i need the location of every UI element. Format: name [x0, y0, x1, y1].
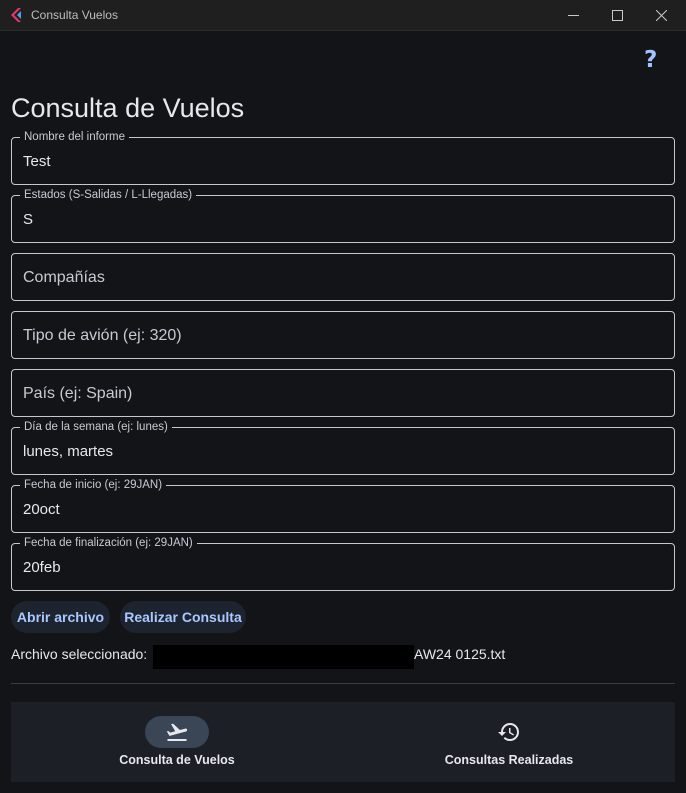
companies-field[interactable]: Compañías [11, 253, 675, 301]
nav-item-consulta-vuelos[interactable]: Consulta de Vuelos [11, 702, 343, 782]
page-title: Consulta de Vuelos [11, 93, 245, 123]
app-logo-icon [11, 8, 21, 22]
nav-label-consultas-realizadas: Consultas Realizadas [444, 753, 574, 767]
states-field[interactable]: Estados (S-Salidas / L-Llegadas) S [11, 188, 675, 243]
states-value: S [23, 211, 34, 228]
maximize-icon [611, 10, 623, 21]
minimize-icon [567, 15, 579, 16]
window-title: Consulta Vuelos [31, 8, 118, 22]
selected-file-label: Archivo seleccionado: [11, 646, 148, 662]
end-date-label: Fecha de finalización (ej: 29JAN) [20, 536, 197, 550]
selected-file-name: AW24 0125.txt [414, 646, 506, 662]
nav-icon-wrapper [493, 716, 525, 748]
weekday-label: Día de la semana (ej: lunes) [20, 420, 172, 434]
end-date-field[interactable]: Fecha de finalización (ej: 29JAN) 20feb [11, 536, 675, 591]
weekday-field[interactable]: Día de la semana (ej: lunes) lunes, mart… [11, 420, 675, 475]
aircraft-type-field[interactable]: Tipo de avión (ej: 320) [11, 311, 675, 359]
start-date-label: Fecha de inicio (ej: 29JAN) [20, 478, 167, 492]
minimize-button[interactable] [550, 0, 596, 31]
start-date-field[interactable]: Fecha de inicio (ej: 29JAN) 20oct [11, 478, 675, 533]
maximize-button[interactable] [594, 0, 640, 31]
report-name-field[interactable]: Nombre del informe Test [11, 130, 675, 185]
report-name-value: Test [23, 153, 51, 170]
divider [11, 683, 675, 684]
main-content: ? Consulta de Vuelos Nombre del informe … [0, 31, 686, 793]
weekday-value: lunes, martes [23, 443, 114, 460]
window-titlebar: Consulta Vuelos [0, 0, 686, 31]
history-icon [498, 723, 519, 741]
flight-takeoff-icon [166, 723, 188, 741]
nav-label-consulta-vuelos: Consulta de Vuelos [119, 753, 235, 767]
redacted-path [153, 645, 414, 669]
help-icon[interactable]: ? [644, 47, 657, 73]
states-label: Estados (S-Salidas / L-Llegadas) [20, 188, 197, 202]
open-file-button[interactable]: Abrir archivo [11, 601, 110, 633]
close-icon [655, 10, 667, 21]
run-query-button[interactable]: Realizar Consulta [120, 601, 246, 633]
start-date-value: 20oct [23, 501, 60, 518]
report-name-label: Nombre del informe [20, 130, 129, 144]
companies-placeholder: Compañías [23, 269, 105, 286]
nav-item-consultas-realizadas[interactable]: Consultas Realizadas [343, 702, 675, 782]
country-field[interactable]: País (ej: Spain) [11, 369, 675, 417]
country-placeholder: País (ej: Spain) [23, 385, 133, 402]
aircraft-type-placeholder: Tipo de avión (ej: 320) [23, 327, 182, 344]
bottom-navigation: Consulta de Vuelos Consultas Realizadas [11, 702, 675, 782]
close-button[interactable] [638, 0, 684, 31]
end-date-value: 20feb [23, 559, 61, 576]
nav-active-indicator [145, 716, 209, 748]
